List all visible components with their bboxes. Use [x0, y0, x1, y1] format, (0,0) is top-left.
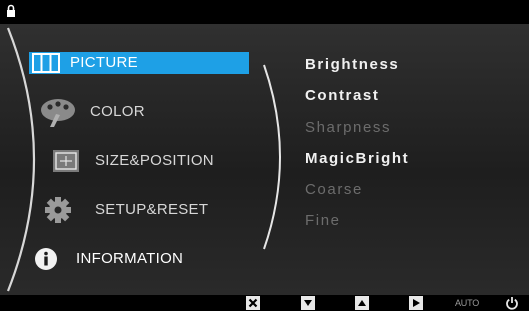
menu-item-setup-reset[interactable]: SETUP&RESET — [0, 190, 255, 230]
down-arrow-icon[interactable] — [301, 296, 315, 310]
auto-button[interactable]: AUTO — [455, 296, 479, 310]
color-palette-icon — [41, 99, 75, 127]
submenu-item-brightness[interactable]: Brightness — [305, 53, 399, 77]
submenu-item-contrast[interactable]: Contrast — [305, 84, 379, 108]
info-icon — [35, 248, 57, 270]
menu-item-picture[interactable]: PICTURE — [0, 43, 255, 83]
size-position-icon — [53, 150, 79, 172]
power-icon[interactable] — [505, 296, 519, 310]
submenu-arc-decoration — [263, 64, 281, 250]
gear-icon — [45, 197, 71, 223]
submenu-item-fine: Fine — [305, 212, 341, 229]
lock-icon — [7, 4, 15, 17]
top-bar — [0, 0, 529, 24]
menu-item-label: SIZE&POSITION — [95, 152, 214, 169]
monitor-osd: PICTURE COLOR SIZE&POSITION SETUP&RESET … — [0, 0, 529, 311]
picture-icon — [32, 53, 60, 73]
enter-icon[interactable] — [409, 296, 423, 310]
submenu-item-magicbright[interactable]: MagicBright — [305, 147, 409, 171]
menu-item-size-position[interactable]: SIZE&POSITION — [0, 141, 255, 181]
submenu-item-coarse: Coarse — [305, 181, 363, 198]
selection-highlight — [29, 52, 249, 74]
menu-item-label: SETUP&RESET — [95, 201, 209, 218]
up-arrow-icon[interactable] — [355, 296, 369, 310]
menu-item-label: PICTURE — [70, 54, 138, 71]
menu-item-information[interactable]: INFORMATION — [0, 239, 255, 279]
menu-item-color[interactable]: COLOR — [0, 92, 255, 132]
close-icon[interactable] — [246, 296, 260, 310]
menu-item-label: INFORMATION — [76, 250, 184, 267]
control-bar: AUTO — [0, 295, 529, 311]
submenu-item-sharpness: Sharpness — [305, 119, 392, 136]
menu-item-label: COLOR — [90, 103, 145, 120]
